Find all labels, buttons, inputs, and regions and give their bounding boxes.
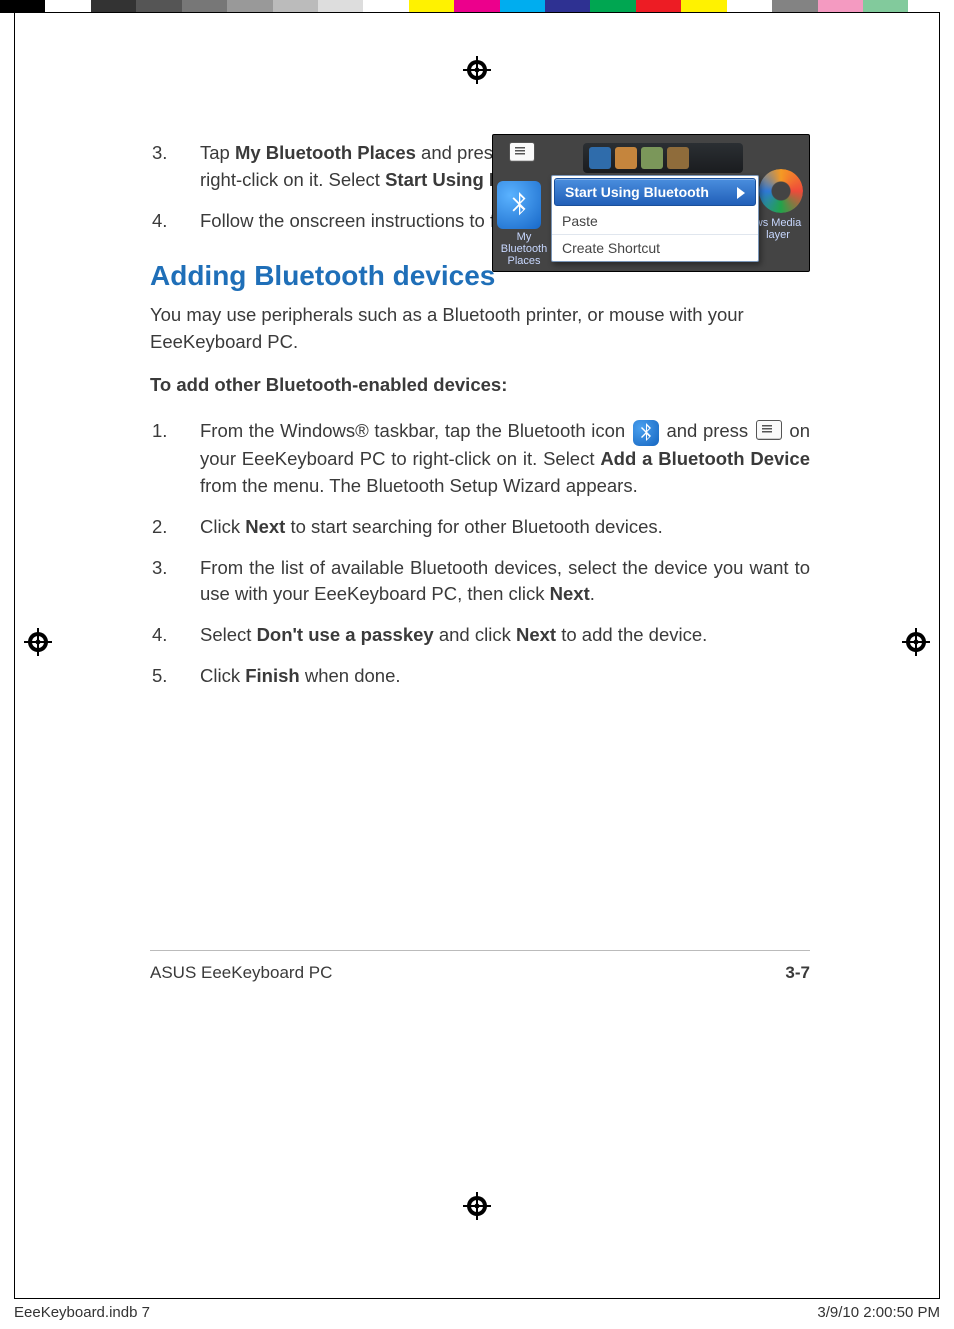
step-number: 5. <box>150 663 200 690</box>
add-step-3: 3. From the list of available Bluetooth … <box>150 555 810 609</box>
registration-mark-top <box>463 56 491 84</box>
add-step-2: 2. Click Next to start searching for oth… <box>150 514 810 541</box>
add-step-1: 1. From the Windows® taskbar, tap the Bl… <box>150 418 810 500</box>
add-device-steps: 1. From the Windows® taskbar, tap the Bl… <box>150 418 810 690</box>
context-menu: Start Using Bluetooth Paste Create Short… <box>551 175 759 262</box>
printer-color-bar <box>0 0 954 13</box>
step-body: From the list of available Bluetooth dev… <box>200 555 810 609</box>
menu-key-icon <box>756 420 782 440</box>
bluetooth-tray-icon <box>633 420 659 446</box>
add-step-5: 5. Click Finish when done. <box>150 663 810 690</box>
add-step-4: 4. Select Don't use a passkey and click … <box>150 622 810 649</box>
bluetooth-desktop-label: My Bluetooth Places <box>493 231 555 267</box>
page-footer: ASUS EeeKeyboard PC 3-7 <box>150 950 810 983</box>
menu-item-start-bluetooth[interactable]: Start Using Bluetooth <box>554 178 756 206</box>
footer-page-number: 3-7 <box>785 963 810 983</box>
step-number: 4. <box>150 622 200 649</box>
imprint-datetime: 3/9/10 2:00:50 PM <box>817 1304 940 1321</box>
step-number: 2. <box>150 514 200 541</box>
media-player-icon <box>759 169 803 213</box>
bluetooth-icon <box>497 181 541 229</box>
context-menu-screenshot: My Bluetooth Places ws Media layer Start… <box>492 134 810 272</box>
step-number: 3. <box>150 140 200 194</box>
step-body: Click Finish when done. <box>200 663 810 690</box>
registration-mark-right <box>902 628 930 656</box>
menu-key-icon <box>509 142 535 162</box>
step-body: From the Windows® taskbar, tap the Bluet… <box>200 418 810 500</box>
print-imprint: EeeKeyboard.indb 7 3/9/10 2:00:50 PM <box>14 1304 940 1321</box>
step-body: Select Don't use a passkey and click Nex… <box>200 622 810 649</box>
imprint-file: EeeKeyboard.indb 7 <box>14 1304 150 1321</box>
registration-mark-bottom <box>463 1192 491 1220</box>
page-content: My Bluetooth Places ws Media layer Start… <box>150 140 810 983</box>
step-body: Click Next to start searching for other … <box>200 514 810 541</box>
intro-paragraph: You may use peripherals such as a Blueto… <box>150 302 810 356</box>
footer-product: ASUS EeeKeyboard PC <box>150 963 332 983</box>
menu-item-create-shortcut[interactable]: Create Shortcut <box>552 235 758 261</box>
taskbar-icons <box>583 143 743 173</box>
menu-item-paste[interactable]: Paste <box>552 208 758 235</box>
registration-mark-left <box>24 628 52 656</box>
step-number: 4. <box>150 208 200 235</box>
step-number: 1. <box>150 418 200 500</box>
procedure-subhead: To add other Bluetooth-enabled devices: <box>150 374 810 396</box>
step-number: 3. <box>150 555 200 609</box>
